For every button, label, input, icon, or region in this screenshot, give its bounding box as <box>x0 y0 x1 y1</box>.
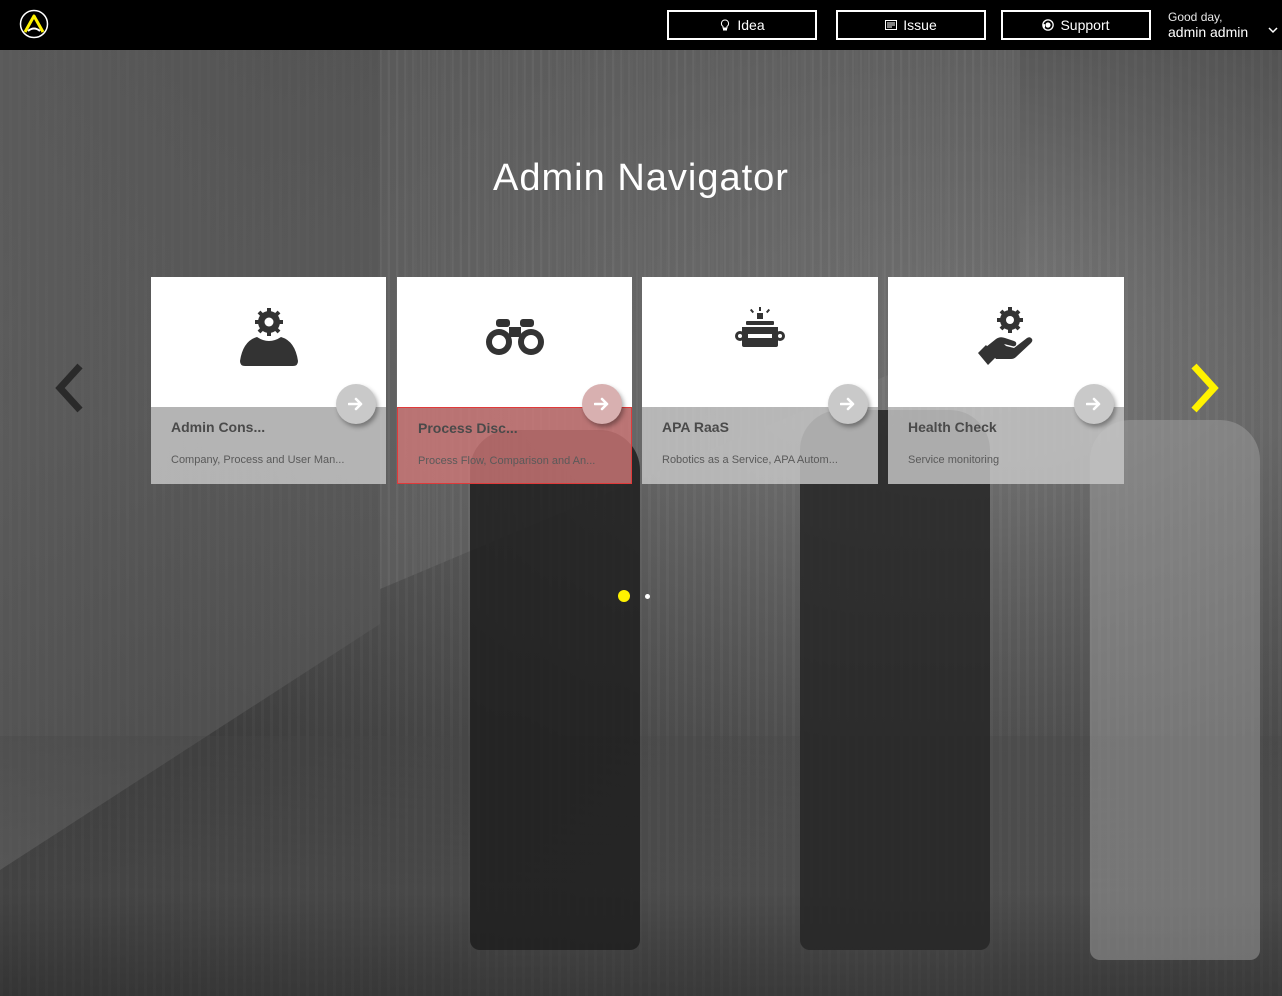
carousel-prev-button[interactable] <box>50 362 90 414</box>
arrow-right-icon <box>348 397 363 411</box>
card-admin-console[interactable]: Admin Cons... Company, Process and User … <box>151 277 386 484</box>
card-description: Company, Process and User Man... <box>171 454 345 466</box>
app-logo-icon[interactable] <box>19 9 49 39</box>
issue-button-label: Issue <box>903 17 937 33</box>
binoculars-icon <box>483 305 547 369</box>
carousel-dot-active[interactable] <box>618 590 630 602</box>
carousel-pagination <box>0 590 1282 604</box>
user-name: admin admin <box>1168 24 1249 40</box>
headset-icon <box>1042 19 1055 31</box>
background-person <box>470 430 640 950</box>
card-apa-raas[interactable]: APA RaaS Robotics as a Service, APA Auto… <box>642 277 878 484</box>
carousel-next-button[interactable] <box>1186 362 1226 414</box>
card-title: Admin Cons... <box>171 419 266 435</box>
issue-list-icon <box>885 19 898 31</box>
page-title: Admin Navigator <box>493 157 789 200</box>
card-open-button[interactable] <box>582 384 622 424</box>
top-bar: Idea Issue Support Good day, admin admin <box>0 0 1282 50</box>
background-person <box>1090 420 1260 960</box>
card-description: Process Flow, Comparison and An... <box>418 455 596 467</box>
card-title: Process Disc... <box>418 420 518 436</box>
lightbulb-icon <box>719 19 731 31</box>
card-title: Health Check <box>908 419 997 435</box>
user-menu[interactable]: Good day, admin admin <box>1168 10 1278 42</box>
idea-button[interactable]: Idea <box>667 10 817 40</box>
chevron-left-icon <box>55 363 83 413</box>
card-process-discovery[interactable]: Process Disc... Process Flow, Comparison… <box>397 277 632 484</box>
idea-button-label: Idea <box>737 17 765 33</box>
carousel-dot[interactable] <box>645 594 650 599</box>
card-health-check[interactable]: Health Check Service monitoring <box>888 277 1124 484</box>
support-button-label: Support <box>1060 17 1110 33</box>
card-description: Service monitoring <box>908 454 1000 466</box>
chevron-right-icon <box>1191 363 1219 413</box>
background-person <box>800 410 990 950</box>
arrow-right-icon <box>594 397 609 411</box>
card-open-button[interactable] <box>828 384 868 424</box>
user-greeting: Good day, <box>1168 10 1223 24</box>
issue-button[interactable]: Issue <box>836 10 986 40</box>
card-title: APA RaaS <box>662 419 729 435</box>
hand-gear-icon <box>974 305 1038 369</box>
user-gear-icon <box>237 305 301 369</box>
card-open-button[interactable] <box>1074 384 1114 424</box>
card-open-button[interactable] <box>336 384 376 424</box>
chevron-down-icon <box>1268 21 1278 34</box>
arrow-right-icon <box>840 397 855 411</box>
arrow-right-icon <box>1086 397 1101 411</box>
robot-icon <box>728 305 792 369</box>
support-button[interactable]: Support <box>1001 10 1151 40</box>
card-description: Robotics as a Service, APA Autom... <box>662 454 838 466</box>
